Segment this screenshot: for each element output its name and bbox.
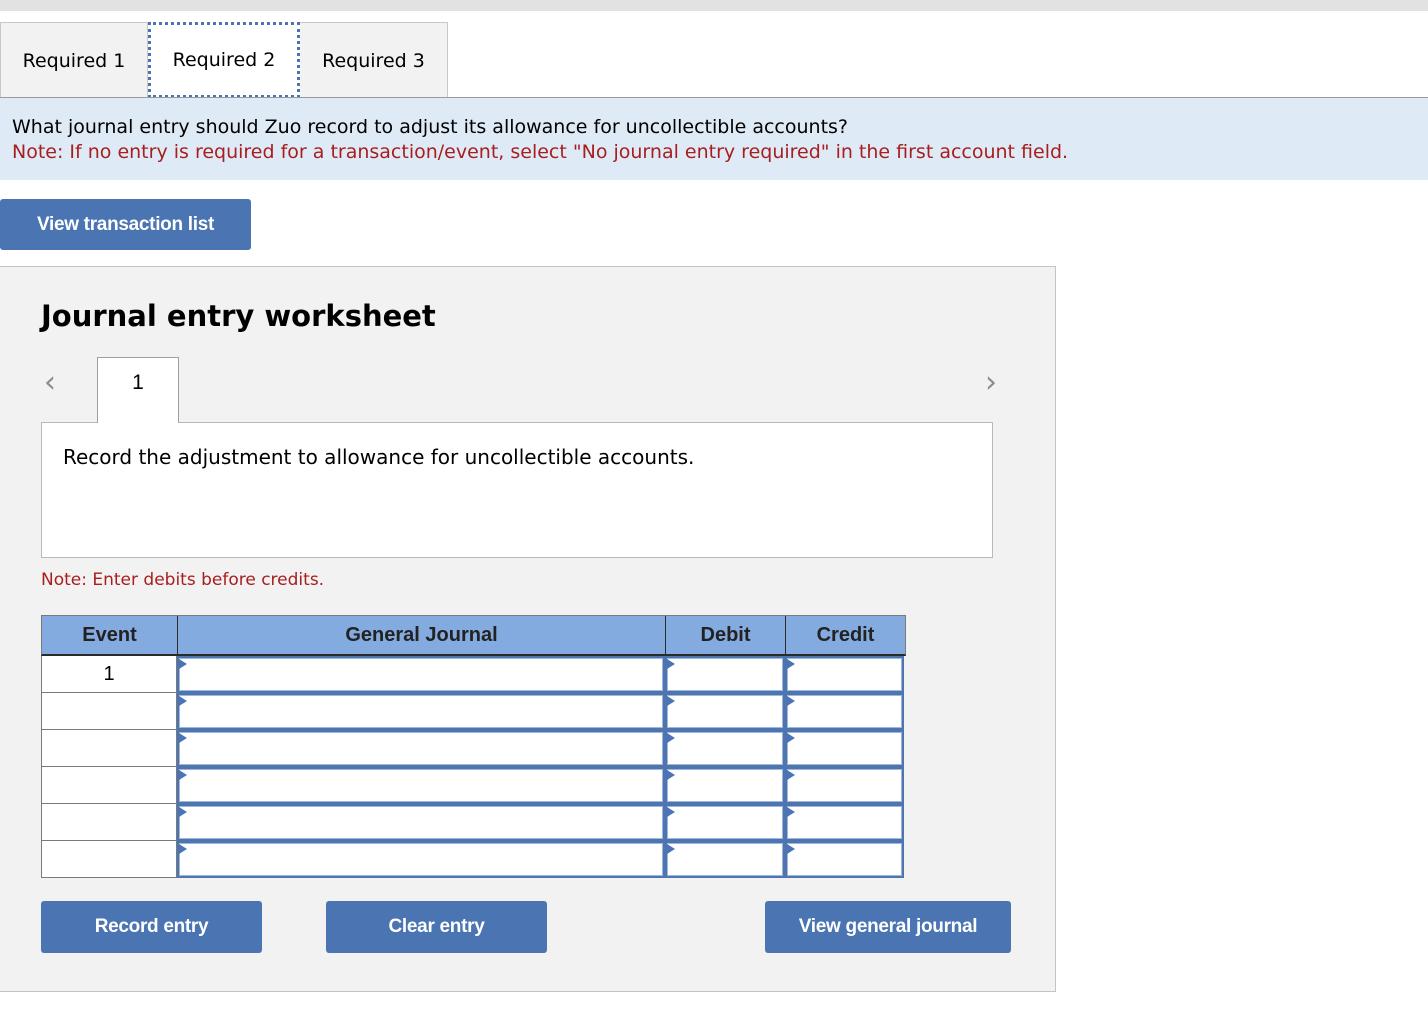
- entry-tab-1[interactable]: 1: [97, 357, 179, 423]
- debit-input[interactable]: [665, 767, 785, 804]
- journal-table: Event General Journal Debit Credit 1: [41, 615, 906, 878]
- credit-input[interactable]: [785, 693, 904, 730]
- event-cell: [41, 693, 177, 730]
- table-row: [41, 693, 906, 730]
- debit-input[interactable]: [665, 841, 785, 878]
- event-cell: 1: [41, 656, 177, 693]
- tab-required-3[interactable]: Required 3: [300, 22, 448, 98]
- account-select[interactable]: [177, 730, 665, 767]
- credit-input[interactable]: [785, 804, 904, 841]
- credit-input[interactable]: [785, 730, 904, 767]
- top-strip: [0, 0, 1428, 11]
- table-row: [41, 841, 906, 878]
- account-select[interactable]: [177, 804, 665, 841]
- question-text: What journal entry should Zuo record to …: [12, 116, 849, 138]
- account-select[interactable]: [177, 767, 665, 804]
- event-cell: [41, 841, 177, 878]
- credit-input[interactable]: [785, 656, 904, 693]
- table-row: [41, 804, 906, 841]
- table-row: [41, 767, 906, 804]
- view-general-journal-button[interactable]: View general journal: [765, 901, 1011, 953]
- event-cell: [41, 804, 177, 841]
- journal-entry-worksheet: Journal entry worksheet ‹ › 1 Record the…: [0, 266, 1056, 992]
- account-select[interactable]: [177, 656, 665, 693]
- entry-prompt-text: Record the adjustment to allowance for u…: [63, 445, 695, 469]
- account-select[interactable]: [177, 841, 665, 878]
- table-row: 1: [41, 656, 906, 693]
- debit-input[interactable]: [665, 693, 785, 730]
- account-select[interactable]: [177, 693, 665, 730]
- tab-required-1[interactable]: Required 1: [0, 22, 148, 98]
- question-panel: What journal entry should Zuo record to …: [0, 98, 1428, 180]
- tab-required-2[interactable]: Required 2: [148, 22, 300, 98]
- credit-input[interactable]: [785, 767, 904, 804]
- debit-input[interactable]: [665, 656, 785, 693]
- debit-input[interactable]: [665, 804, 785, 841]
- entry-note: Note: Enter debits before credits.: [41, 570, 325, 590]
- chevron-left-icon[interactable]: ‹: [44, 365, 56, 400]
- debit-input[interactable]: [665, 730, 785, 767]
- header-general-journal: General Journal: [178, 616, 666, 654]
- worksheet-title: Journal entry worksheet: [41, 299, 436, 333]
- credit-input[interactable]: [785, 841, 904, 878]
- clear-entry-button[interactable]: Clear entry: [326, 901, 547, 953]
- requirement-tabs: Required 1 Required 2 Required 3: [0, 22, 448, 98]
- header-event: Event: [42, 616, 178, 654]
- header-debit: Debit: [666, 616, 786, 654]
- entry-prompt: Record the adjustment to allowance for u…: [41, 422, 993, 558]
- event-cell: [41, 730, 177, 767]
- event-cell: [41, 767, 177, 804]
- chevron-right-icon[interactable]: ›: [985, 365, 997, 400]
- journal-header-row: Event General Journal Debit Credit: [41, 615, 906, 656]
- header-credit: Credit: [816, 623, 875, 646]
- question-note: Note: If no entry is required for a tran…: [12, 141, 1069, 163]
- table-row: [41, 730, 906, 767]
- record-entry-button[interactable]: Record entry: [41, 901, 262, 953]
- view-transaction-list-button[interactable]: View transaction list: [0, 199, 251, 250]
